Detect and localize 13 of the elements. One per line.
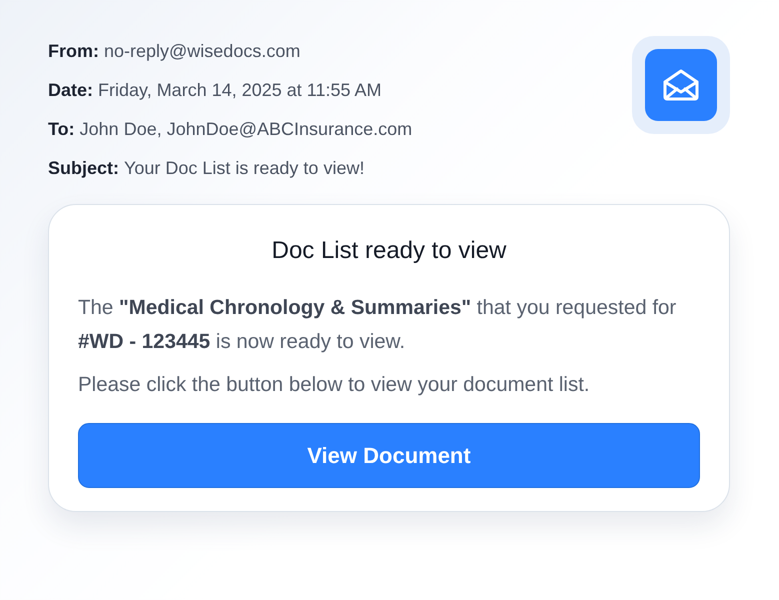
field-label: Subject:	[48, 158, 120, 178]
field-value: no-reply@wisedocs.com	[104, 41, 300, 61]
field-label: From:	[48, 41, 99, 61]
field-value: Your Doc List is ready to view!	[124, 158, 364, 178]
message-paragraph: Please click the button below to view your document list.	[78, 372, 591, 398]
card-title: Doc List ready to view	[270, 236, 508, 266]
field-label: Date:	[48, 80, 94, 100]
field-value: John Doe, JohnDoe@ABCInsurance.com	[80, 119, 412, 139]
message-paragraph: The "Medical Chronology & Summaries" that you requested for #WD - 123445 is now ready to view.	[78, 295, 678, 355]
open-envelope-icon	[663, 69, 699, 101]
view-document-button[interactable]: View Document	[78, 423, 700, 488]
field-value: Friday, March 14, 2025 at 11:55 AM	[98, 80, 382, 100]
field-label: To:	[48, 119, 75, 139]
